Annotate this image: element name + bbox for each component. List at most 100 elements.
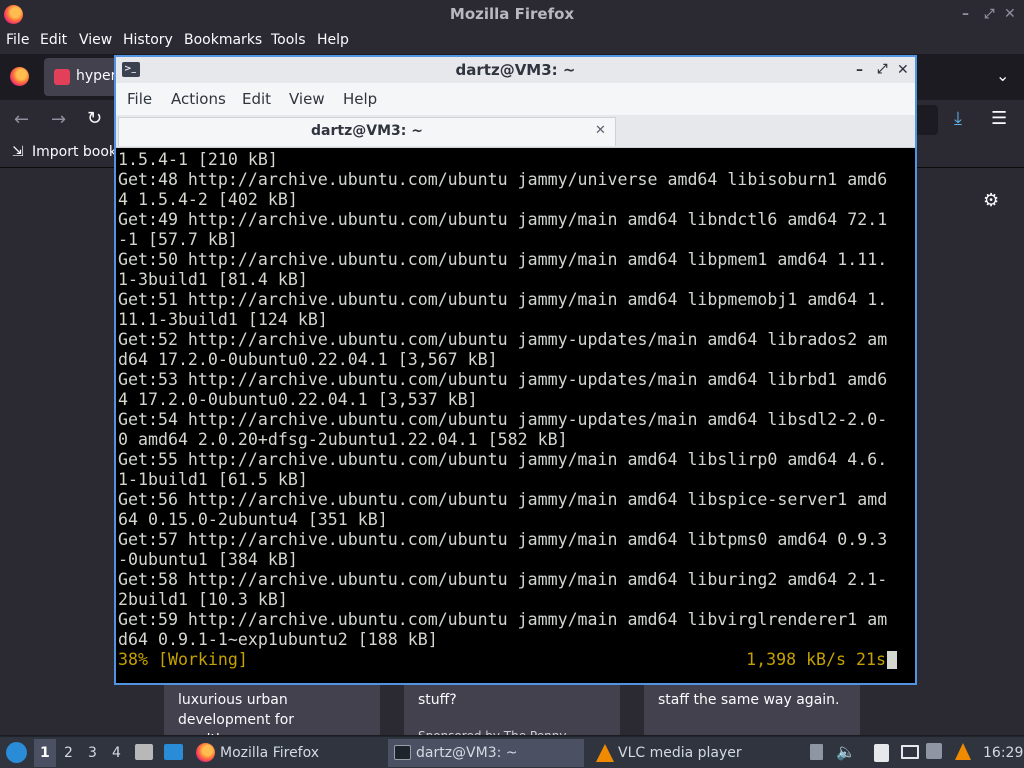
firefox-window-title: Mozilla Firefox (449, 5, 575, 23)
settings-gear-icon[interactable]: ⚙ (983, 190, 999, 211)
clipboard-icon[interactable] (874, 744, 889, 762)
task-firefox[interactable]: Mozilla Firefox (192, 739, 384, 767)
terminal-line: Get:49 http://archive.ubuntu.com/ubuntu … (118, 210, 888, 229)
workspace-3[interactable]: 3 (88, 745, 97, 761)
minimize-icon[interactable]: – (962, 0, 969, 29)
firefox-titlebar: Mozilla Firefox – ⤢ ✕ (0, 0, 1024, 29)
url-bar[interactable] (916, 105, 938, 135)
terminal-line: 1-1build1 [61.5 kB] (118, 470, 308, 489)
terminal-window[interactable]: >_ dartz@VM3: ~ – ⤢ ✕ File Actions Edit … (114, 55, 917, 685)
menu-history[interactable]: History (123, 32, 173, 48)
minimize-icon[interactable]: – (856, 57, 863, 83)
terminal-line: 0 amd64 2.0.20+dfsg-2ubuntu1.22.04.1 [58… (118, 430, 568, 449)
firefox-menubar: File Edit View History Bookmarks Tools H… (0, 29, 1024, 54)
task-label: Mozilla Firefox (220, 745, 320, 761)
menu-actions[interactable]: Actions (171, 90, 226, 108)
workspace-4[interactable]: 4 (112, 745, 121, 761)
volume-icon[interactable]: 🔈 (836, 742, 856, 761)
menu-edit[interactable]: Edit (242, 90, 271, 108)
task-vlc[interactable]: VLC media player (590, 739, 786, 767)
terminal-tab-title: dartz@VM3: ~ (311, 123, 423, 139)
vlc-tray-icon[interactable] (955, 743, 971, 760)
workspace-2[interactable]: 2 (64, 745, 73, 761)
terminal-line: 2build1 [10.3 kB] (118, 590, 288, 609)
terminal-output[interactable]: 1.5.4-1 [210 kB] Get:48 http://archive.ub… (116, 148, 915, 683)
menu-help[interactable]: Help (343, 90, 377, 108)
terminal-line: 4 1.5.4-2 [402 kB] (118, 190, 298, 209)
clock[interactable]: 16:29 (983, 745, 1023, 761)
maximize-icon[interactable]: ⤢ (984, 0, 994, 29)
workspace-1-label: 1 (40, 745, 50, 761)
terminal-window-title: dartz@VM3: ~ (455, 61, 576, 79)
terminal-app-icon: >_ (122, 62, 140, 77)
hamburger-menu-icon[interactable]: ☰ (991, 108, 1007, 129)
terminal-lines: 1.5.4-1 [210 kB] Get:48 http://archive.ub… (118, 150, 915, 650)
firefox-view-icon[interactable] (10, 67, 29, 86)
menu-help[interactable]: Help (317, 32, 349, 48)
terminal-tabbar: dartz@VM3: ~ ✕ (116, 115, 915, 148)
apt-progress: 38% [Working] (118, 650, 248, 669)
taskbar: 1 2 3 4 Mozilla Firefox dartz@VM3: ~ VLC… (0, 736, 1024, 768)
apt-status-line: 38% [Working] 1,398 kB/s 21s (118, 650, 915, 670)
terminal-titlebar[interactable]: >_ dartz@VM3: ~ – ⤢ ✕ (116, 57, 915, 83)
list-all-tabs-icon[interactable]: ⌄ (996, 66, 1009, 85)
terminal-line: 4 17.2.0-0ubuntu0.22.04.1 [3,537 kB] (118, 390, 478, 409)
terminal-line: Get:48 http://archive.ubuntu.com/ubuntu … (118, 170, 888, 189)
vlc-icon (596, 744, 614, 762)
show-desktop-icon[interactable] (164, 744, 183, 760)
terminal-line: 64 0.15.0-2ubuntu4 [351 kB] (118, 510, 388, 529)
terminal-line: -0ubuntu1 [384 kB] (118, 550, 298, 569)
terminal-line: 1-3build1 [81.4 kB] (118, 270, 308, 289)
terminal-line: 11.1-3build1 [124 kB] (118, 310, 328, 329)
terminal-line: -1 [57.7 kB] (118, 230, 238, 249)
terminal-line: Get:59 http://archive.ubuntu.com/ubuntu … (118, 610, 888, 629)
tray-notes-icon[interactable] (810, 744, 823, 760)
import-bookmarks-icon[interactable]: ⇲ (12, 144, 24, 160)
menu-edit[interactable]: Edit (40, 32, 67, 48)
terminal-line: Get:57 http://archive.ubuntu.com/ubuntu … (118, 530, 888, 549)
story-sponsor: Sponsored by The Penny (418, 710, 606, 735)
apt-speed-eta: 1,398 kB/s 21s (746, 650, 886, 669)
menu-bookmarks[interactable]: Bookmarks (184, 32, 262, 48)
task-terminal[interactable]: dartz@VM3: ~ (388, 739, 584, 767)
terminal-menubar: File Actions Edit View Help (116, 83, 915, 115)
maximize-icon[interactable]: ⤢ (877, 57, 887, 83)
terminal-line: Get:58 http://archive.ubuntu.com/ubuntu … (118, 570, 888, 589)
display-icon[interactable] (901, 745, 919, 759)
tab-label: hyper (76, 68, 117, 84)
reload-icon[interactable]: ↻ (87, 108, 102, 129)
close-icon[interactable]: ✕ (897, 57, 909, 83)
import-bookmarks-link[interactable]: Import book (32, 144, 117, 160)
firefox-icon (196, 743, 215, 762)
menu-file[interactable]: File (6, 32, 29, 48)
close-icon[interactable]: ✕ (1004, 0, 1016, 29)
terminal-line: 1.5.4-1 [210 kB] (118, 150, 278, 169)
terminal-line: Get:51 http://archive.ubuntu.com/ubuntu … (118, 290, 888, 309)
network-icon[interactable] (926, 743, 942, 759)
file-manager-icon[interactable] (135, 744, 153, 760)
forward-icon[interactable]: → (51, 109, 66, 130)
firefox-logo-icon (4, 5, 23, 24)
menu-tools[interactable]: Tools (271, 32, 306, 48)
task-label: dartz@VM3: ~ (416, 745, 518, 761)
menu-view[interactable]: View (289, 90, 325, 108)
menu-view[interactable]: View (79, 32, 112, 48)
downloads-icon[interactable]: ⤓ (954, 108, 962, 129)
terminal-line: Get:55 http://archive.ubuntu.com/ubuntu … (118, 450, 888, 469)
terminal-line: d64 0.9.1-1~exp1ubuntu2 [188 kB] (118, 630, 438, 649)
terminal-line: Get:54 http://archive.ubuntu.com/ubuntu … (118, 410, 888, 429)
terminal-icon (394, 745, 411, 760)
text-cursor (887, 651, 897, 669)
close-tab-icon[interactable]: ✕ (595, 118, 606, 144)
browser-tab[interactable]: hyper (44, 58, 124, 96)
back-icon[interactable]: ← (14, 109, 29, 130)
terminal-line: Get:50 http://archive.ubuntu.com/ubuntu … (118, 250, 888, 269)
terminal-line: Get:53 http://archive.ubuntu.com/ubuntu … (118, 370, 888, 389)
terminal-tab[interactable]: dartz@VM3: ~ ✕ (118, 117, 616, 146)
start-menu-icon[interactable] (6, 742, 27, 763)
tab-favicon-icon (54, 69, 70, 85)
terminal-line: Get:56 http://archive.ubuntu.com/ubuntu … (118, 490, 888, 509)
menu-file[interactable]: File (127, 90, 152, 108)
terminal-line: d64 17.2.0-0ubuntu0.22.04.1 [3,567 kB] (118, 350, 498, 369)
task-label: VLC media player (618, 745, 742, 761)
